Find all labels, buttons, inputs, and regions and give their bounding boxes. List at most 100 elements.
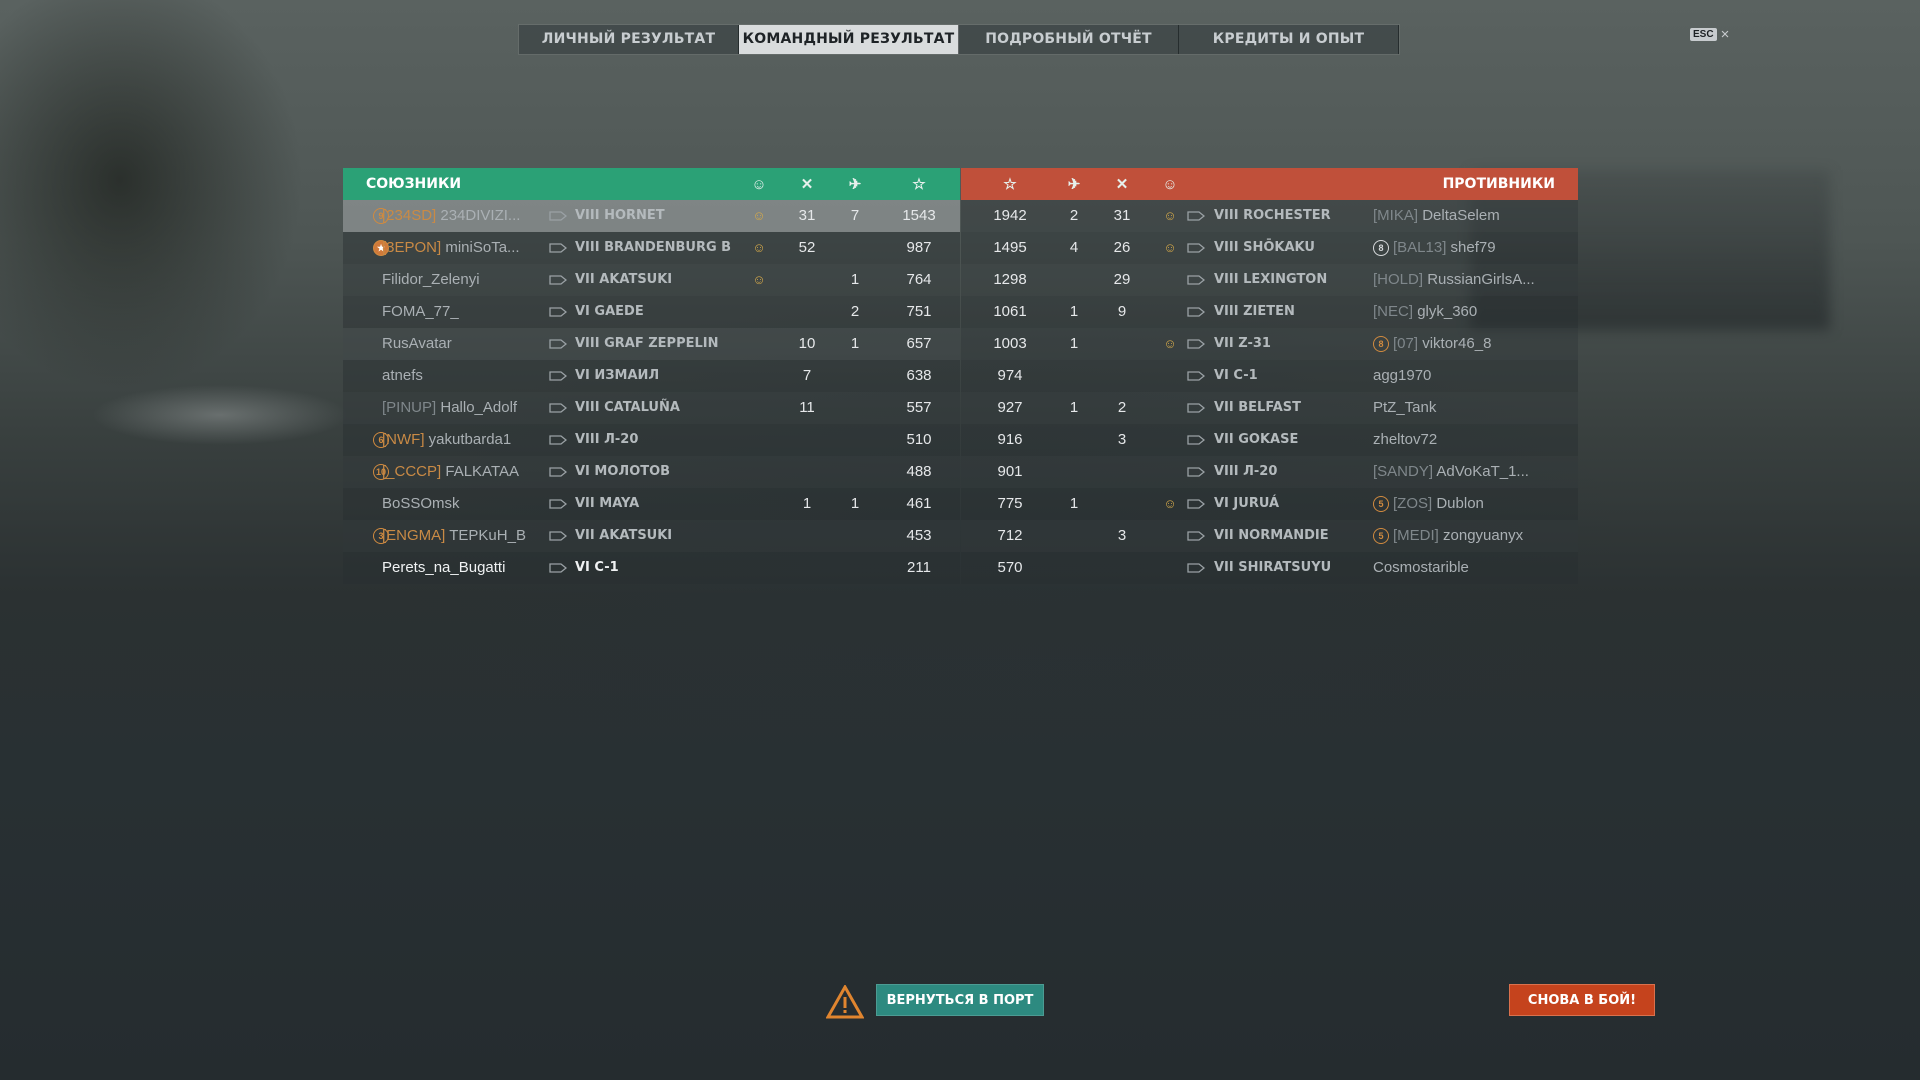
player-name: Cosmostarible bbox=[1373, 552, 1553, 584]
experience-value: 974 bbox=[997, 367, 1023, 384]
player-nickname: 234DIVIZI... bbox=[440, 207, 521, 224]
clan-tag: [NWF] bbox=[382, 431, 425, 448]
table-row[interactable]: atnefs VI ИЗМАИЛ 7 638 bbox=[343, 360, 960, 392]
ship-class-icon bbox=[1187, 467, 1205, 477]
table-row[interactable]: Filidor_Zelenyi VII AKATSUKI ☺ 1 764 bbox=[343, 264, 960, 296]
player-nickname: zheltov72 bbox=[1373, 431, 1438, 448]
table-row[interactable]: FOMA_77_ VI GAEDE 2 751 bbox=[343, 296, 960, 328]
ship-class-icon bbox=[549, 307, 567, 317]
experience-value: 461 bbox=[906, 495, 932, 512]
table-row[interactable]: 775 1 ☺ VI JURUÁ 5 [ZOS] Dublon bbox=[961, 488, 1578, 520]
table-row[interactable]: 901 VIII Л-20 [SANDY] AdVoKaT_1... bbox=[961, 456, 1578, 488]
player-nickname: DeltaSelem bbox=[1422, 207, 1500, 224]
ship-class-icon bbox=[549, 211, 567, 221]
tab-personal-result[interactable]: ЛИЧНЫЙ РЕЗУЛЬТАТ bbox=[519, 25, 739, 54]
experience-value: 751 bbox=[906, 303, 932, 320]
close-button[interactable]: ESC × bbox=[1690, 27, 1729, 42]
table-row[interactable]: 916 3 VII GOKASE zheltov72 bbox=[961, 424, 1578, 456]
ship-class-icon bbox=[1187, 307, 1205, 317]
table-row[interactable]: 1942 2 31 ☺ VIII ROCHESTER [MIKA] DeltaSelem bbox=[961, 200, 1578, 232]
table-row[interactable]: 10 [_CCCP] FALKATAA VI МОЛОТОВ 488 bbox=[343, 456, 960, 488]
table-row[interactable]: BoSSOmsk VII MAYA 1 1 461 bbox=[343, 488, 960, 520]
planes-value: 1 bbox=[850, 271, 860, 288]
player-name: [_CCCP] FALKATAA bbox=[382, 456, 537, 488]
ship-class-icon bbox=[549, 371, 567, 381]
player-name: RusAvatar bbox=[382, 328, 537, 360]
player-nickname: Filidor_Zelenyi bbox=[382, 271, 480, 288]
player-nickname: PtZ_Tank bbox=[1373, 399, 1437, 416]
table-row[interactable]: 1003 1 ☺ VII Z-31 8 [07] viktor46_8 bbox=[961, 328, 1578, 360]
ship-name: VI JURUÁ bbox=[1214, 496, 1280, 511]
medal-icon: ☺ bbox=[752, 208, 766, 223]
table-row[interactable]: 9 [234SD] 234DIVIZI... VIII HORNET ☺ 31 7 1543 bbox=[343, 200, 960, 232]
planes-icon: ✈ bbox=[1067, 176, 1081, 193]
ship-name: VIII ZIETEN bbox=[1214, 304, 1295, 319]
medal-icon: ☺ bbox=[1163, 336, 1177, 351]
planes-value: 1 bbox=[850, 335, 860, 352]
table-row[interactable]: RusAvatar VIII GRAF ZEPPELIN 10 1 657 bbox=[343, 328, 960, 360]
ship-name: VIII GRAF ZEPPELIN bbox=[575, 336, 719, 351]
ship-name: VII SHIRATSUYU bbox=[1214, 560, 1332, 575]
clan-tag: [MEDI] bbox=[1393, 527, 1439, 544]
background-wave bbox=[60, 370, 390, 460]
ship-name: VIII Л-20 bbox=[1214, 464, 1278, 479]
ship-class-icon bbox=[1187, 339, 1205, 349]
table-row[interactable]: 1495 4 26 ☺ VIII SHŌKAKU 8 [BAL13] shef79 bbox=[961, 232, 1578, 264]
planes-value: 1 bbox=[850, 495, 860, 512]
tab-detailed-report[interactable]: ПОДРОБНЫЙ ОТЧЁТ bbox=[959, 25, 1179, 54]
table-row[interactable]: 712 3 VII NORMANDIE 5 [MEDI] zongyuanyx bbox=[961, 520, 1578, 552]
ship-class-icon bbox=[1187, 531, 1205, 541]
player-name: [NEC] glyk_360 bbox=[1373, 296, 1553, 328]
return-to-port-button[interactable]: ВЕРНУТЬСЯ В ПОРТ bbox=[876, 984, 1044, 1016]
planes-value bbox=[835, 456, 875, 488]
tab-credits-xp[interactable]: КРЕДИТЫ И ОПЫТ bbox=[1179, 25, 1399, 54]
player-name: BoSSOmsk bbox=[382, 488, 537, 520]
table-row[interactable]: [PINUP] Hallo_Adolf VIII CATALUÑA 11 557 bbox=[343, 392, 960, 424]
planes-value bbox=[1054, 520, 1094, 552]
kills-icon: ✕ bbox=[1115, 176, 1129, 193]
player-nickname: zongyuanyx bbox=[1443, 527, 1524, 544]
player-nickname: Perets_na_Bugatti bbox=[382, 559, 506, 576]
clan-tag: [ENGMA] bbox=[382, 527, 446, 544]
player-name: zheltov72 bbox=[1373, 424, 1553, 456]
enemies-header: ☆ ✈ ✕ ☺ ПРОТИВНИКИ bbox=[961, 168, 1578, 200]
experience-value: 1003 bbox=[993, 335, 1027, 352]
experience-value: 211 bbox=[907, 559, 931, 576]
table-row[interactable]: Perets_na_Bugatti VI C-1 211 bbox=[343, 552, 960, 584]
ship-class-icon bbox=[1187, 403, 1205, 413]
table-row[interactable]: 974 VI C-1 agg1970 bbox=[961, 360, 1578, 392]
kills-value: 3 bbox=[1117, 527, 1127, 544]
allies-header: СОЮЗНИКИ ☺ ✕ ✈ ☆ bbox=[343, 168, 960, 200]
ship-class-icon bbox=[1187, 435, 1205, 445]
kills-icon: ✕ bbox=[800, 176, 814, 193]
planes-value: 1 bbox=[1069, 335, 1079, 352]
ship-name: VII AKATSUKI bbox=[575, 272, 673, 287]
ship-name: VI GAEDE bbox=[575, 304, 644, 319]
planes-value: 2 bbox=[1069, 207, 1079, 224]
experience-value: 1942 bbox=[993, 207, 1027, 224]
table-row[interactable]: 1061 1 9 VIII ZIETEN [NEC] glyk_360 bbox=[961, 296, 1578, 328]
player-name: agg1970 bbox=[1373, 360, 1553, 392]
experience-value: 510 bbox=[906, 431, 932, 448]
ship-name: VIII ROCHESTER bbox=[1214, 208, 1331, 223]
player-name: [MEDI] zongyuanyx bbox=[1393, 520, 1573, 552]
capture-icon: ☺ bbox=[751, 175, 767, 193]
table-row[interactable]: 3 [ENGMA] TEPKuH_B VII AKATSUKI 453 bbox=[343, 520, 960, 552]
battle-again-button[interactable]: СНОВА В БОЙ! bbox=[1509, 984, 1655, 1016]
planes-value bbox=[835, 552, 875, 584]
clan-tag: [SANDY] bbox=[1373, 463, 1434, 480]
experience-value: 916 bbox=[997, 431, 1023, 448]
planes-value bbox=[1054, 264, 1094, 296]
table-row[interactable]: 927 1 2 VII BELFAST PtZ_Tank bbox=[961, 392, 1578, 424]
table-row[interactable]: 570 VII SHIRATSUYU Cosmostarible bbox=[961, 552, 1578, 584]
table-row[interactable]: 1298 29 VIII LEXINGTON [HOLD] RussianGirlsA… bbox=[961, 264, 1578, 296]
player-nickname: RussianGirlsA... bbox=[1427, 271, 1535, 288]
player-nickname: yakutbarda1 bbox=[428, 431, 512, 448]
kills-value bbox=[787, 264, 827, 296]
ship-name: VIII SHŌKAKU bbox=[1214, 240, 1315, 255]
table-row[interactable]: 6 [NWF] yakutbarda1 VIII Л-20 510 bbox=[343, 424, 960, 456]
table-row[interactable]: ★ [3EPON] miniSoTa... VIII BRANDENBURG B ☺ 5… bbox=[343, 232, 960, 264]
rank-badge: 5 bbox=[1373, 496, 1389, 512]
ship-class-icon bbox=[549, 531, 567, 541]
tab-team-result[interactable]: КОМАНДНЫЙ РЕЗУЛЬТАТ bbox=[739, 25, 959, 54]
